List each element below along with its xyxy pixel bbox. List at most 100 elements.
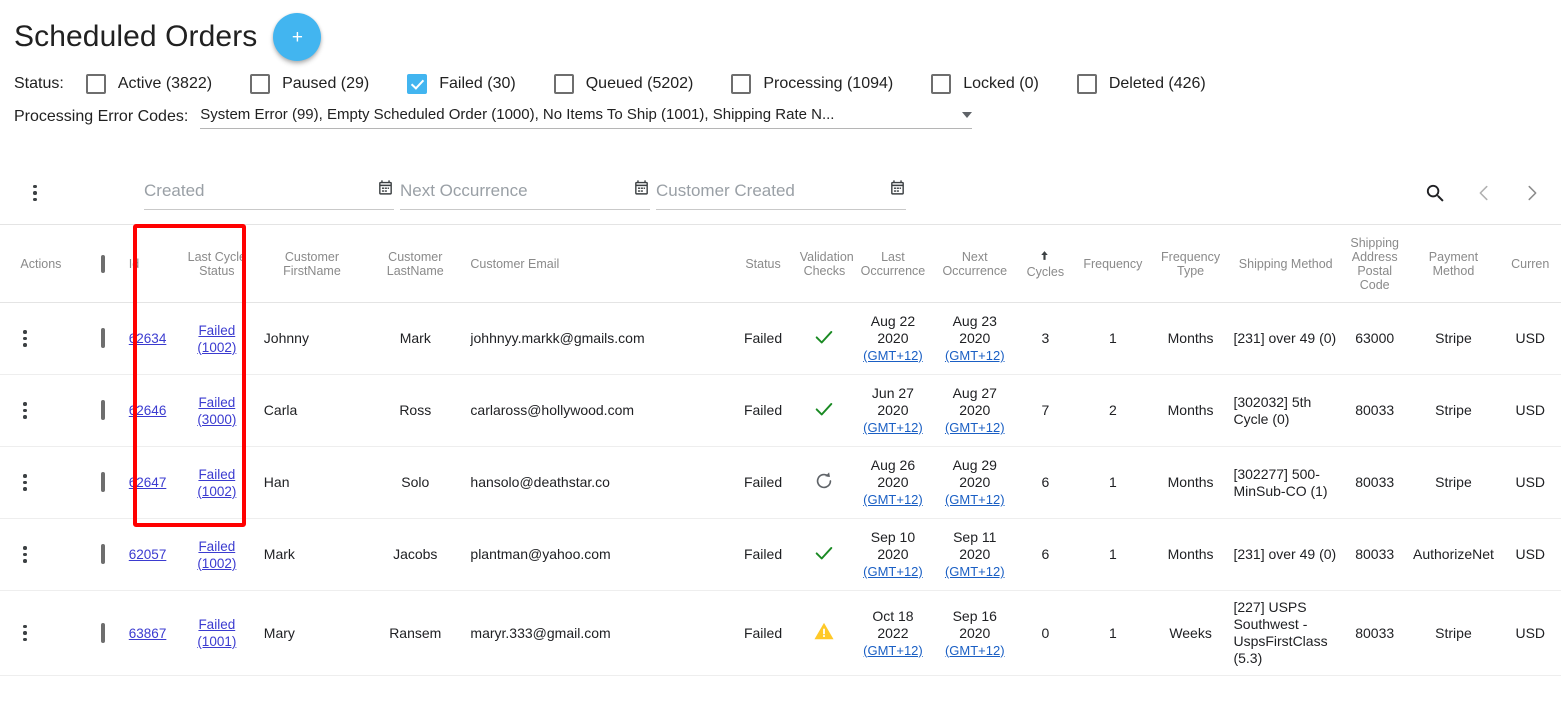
last-occurrence-timezone-link[interactable]: (GMT+12) — [857, 347, 929, 364]
kebab-menu-icon[interactable] — [12, 330, 38, 347]
cell-customer-firstname: Mary — [259, 590, 365, 676]
cell-shipping-postal-code: 80033 — [1341, 374, 1408, 447]
created-date-input[interactable]: Created — [144, 176, 394, 210]
table-row[interactable]: 62647 Failed (1002) Han Solo hansolo@dea… — [0, 446, 1561, 519]
last-occurrence-timezone-link[interactable]: (GMT+12) — [857, 563, 929, 580]
kebab-menu-icon[interactable] — [22, 184, 48, 202]
kebab-menu-icon[interactable] — [12, 474, 38, 491]
order-id-link[interactable]: 62646 — [129, 403, 167, 418]
checkbox-deleted[interactable] — [1076, 74, 1097, 94]
add-scheduled-order-button[interactable]: + — [273, 13, 322, 61]
chevron-left-icon[interactable] — [1473, 182, 1495, 204]
next-occurrence-timezone-link[interactable]: (GMT+12) — [937, 347, 1013, 364]
column-header-id[interactable]: Id — [124, 224, 174, 303]
last-cycle-status-link[interactable]: Failed — [178, 616, 256, 633]
column-header-customer-lastname[interactable]: Customer LastName — [364, 224, 467, 303]
column-header-cycles[interactable]: Cycles — [1016, 224, 1074, 303]
last-cycle-status-code[interactable]: (1001) — [178, 633, 256, 650]
cell-validation-checks — [795, 446, 854, 519]
next-occurrence-timezone-link[interactable]: (GMT+12) — [937, 419, 1013, 436]
next-occurrence-date-placeholder: Next Occurrence — [400, 181, 528, 200]
last-occurrence-timezone-link[interactable]: (GMT+12) — [857, 642, 929, 659]
order-id-link[interactable]: 62634 — [129, 331, 167, 346]
last-cycle-status-code[interactable]: (3000) — [178, 411, 256, 428]
customer-created-date-input[interactable]: Customer Created — [656, 176, 906, 210]
last-occurrence-date: Oct 18 2022 — [872, 607, 914, 641]
column-header-frequency[interactable]: Frequency — [1073, 224, 1152, 303]
status-filter-locked[interactable]: Locked (0) — [931, 74, 1039, 94]
checkbox-processing[interactable] — [731, 74, 752, 94]
column-header-last-cycle-status[interactable]: Last Cycle Status — [173, 224, 260, 303]
last-occurrence-date: Sep 10 2020 — [870, 529, 916, 562]
row-checkbox[interactable] — [101, 472, 106, 492]
cell-frequency-type: Months — [1151, 518, 1230, 591]
row-actions-cell — [0, 374, 82, 447]
table-row[interactable]: 62634 Failed (1002) Johnny Mark johhnyy.… — [0, 302, 1561, 375]
column-header-next-occurrence[interactable]: Next Occurrence — [932, 224, 1017, 303]
last-cycle-status-link[interactable]: Failed — [178, 322, 256, 339]
last-occurrence-timezone-link[interactable]: (GMT+12) — [857, 419, 929, 436]
select-all-checkbox[interactable] — [101, 254, 106, 273]
last-cycle-status-link[interactable]: Failed — [178, 538, 256, 555]
last-occurrence-timezone-link[interactable]: (GMT+12) — [857, 491, 929, 508]
checkbox-active[interactable] — [85, 74, 106, 94]
column-header-validation-checks[interactable]: Validation Checks — [795, 224, 854, 303]
table-row[interactable]: 62646 Failed (3000) Carla Ross carlaross… — [0, 374, 1561, 447]
processing-error-codes-select[interactable]: System Error (99), Empty Scheduled Order… — [200, 106, 973, 129]
row-checkbox[interactable] — [101, 544, 106, 564]
last-cycle-status-link[interactable]: Failed — [178, 466, 256, 483]
search-icon[interactable] — [1424, 182, 1447, 205]
cell-last-occurrence: Aug 26 2020 (GMT+12) — [853, 446, 933, 519]
column-header-payment-method[interactable]: Payment Method — [1407, 224, 1500, 303]
column-header-customer-firstname[interactable]: Customer FirstName — [259, 224, 365, 303]
cell-id: 62057 — [124, 518, 174, 591]
column-header-frequency-type[interactable]: Frequency Type — [1151, 224, 1230, 303]
next-occurrence-timezone-link[interactable]: (GMT+12) — [937, 491, 1013, 508]
status-filter-paused[interactable]: Paused (29) — [250, 74, 369, 94]
status-filter-queued[interactable]: Queued (5202) — [553, 74, 693, 94]
cell-payment-method: Stripe — [1407, 374, 1500, 447]
calendar-icon[interactable] — [377, 179, 394, 201]
calendar-icon[interactable] — [889, 179, 906, 201]
row-checkbox[interactable] — [101, 400, 106, 420]
checkbox-paused[interactable] — [250, 74, 271, 94]
kebab-menu-icon[interactable] — [12, 624, 38, 642]
last-cycle-status-link[interactable]: Failed — [178, 394, 256, 411]
order-id-link[interactable]: 62057 — [129, 547, 167, 562]
kebab-menu-icon[interactable] — [12, 402, 38, 419]
column-header-shipping-postal-code[interactable]: Shipping Address Postal Code — [1341, 224, 1408, 303]
kebab-menu-icon[interactable] — [12, 546, 38, 563]
row-select-cell — [81, 302, 125, 375]
status-filter-active[interactable]: Active (3822) — [85, 74, 212, 94]
cell-last-cycle-status: Failed (1002) — [173, 518, 260, 591]
last-cycle-status-code[interactable]: (1002) — [178, 483, 256, 500]
cell-customer-firstname: Mark — [259, 518, 365, 591]
next-occurrence-timezone-link[interactable]: (GMT+12) — [937, 563, 1013, 580]
calendar-icon[interactable] — [633, 179, 650, 201]
column-header-status[interactable]: Status — [730, 224, 796, 303]
order-id-link[interactable]: 62647 — [129, 475, 167, 490]
row-checkbox[interactable] — [101, 622, 106, 643]
column-header-last-occurrence[interactable]: Last Occurrence — [853, 224, 933, 303]
table-row[interactable]: 62057 Failed (1002) Mark Jacobs plantman… — [0, 518, 1561, 591]
status-filter-failed[interactable]: Failed (30) — [407, 74, 516, 94]
checkbox-failed[interactable] — [407, 74, 428, 94]
row-checkbox[interactable] — [101, 328, 106, 348]
next-occurrence-date-input[interactable]: Next Occurrence — [400, 176, 650, 210]
column-header-currency[interactable]: Curren — [1499, 224, 1561, 303]
next-occurrence-timezone-link[interactable]: (GMT+12) — [937, 642, 1013, 659]
chevron-right-icon[interactable] — [1521, 182, 1543, 204]
status-filter-processing[interactable]: Processing (1094) — [731, 74, 893, 94]
table-row[interactable]: 63867 Failed (1001) Mary Ransem maryr.33… — [0, 590, 1561, 676]
check-icon — [813, 402, 835, 423]
cell-shipping-postal-code: 63000 — [1341, 302, 1408, 375]
status-filter-deleted[interactable]: Deleted (426) — [1076, 74, 1206, 94]
order-id-link[interactable]: 63867 — [129, 626, 167, 641]
checkbox-locked[interactable] — [931, 74, 952, 94]
last-cycle-status-code[interactable]: (1002) — [178, 555, 256, 572]
cell-frequency: 1 — [1073, 518, 1152, 591]
column-header-shipping-method[interactable]: Shipping Method — [1229, 224, 1342, 303]
column-header-customer-email[interactable]: Customer Email — [466, 224, 731, 303]
checkbox-queued[interactable] — [553, 74, 574, 94]
last-cycle-status-code[interactable]: (1002) — [178, 339, 256, 356]
